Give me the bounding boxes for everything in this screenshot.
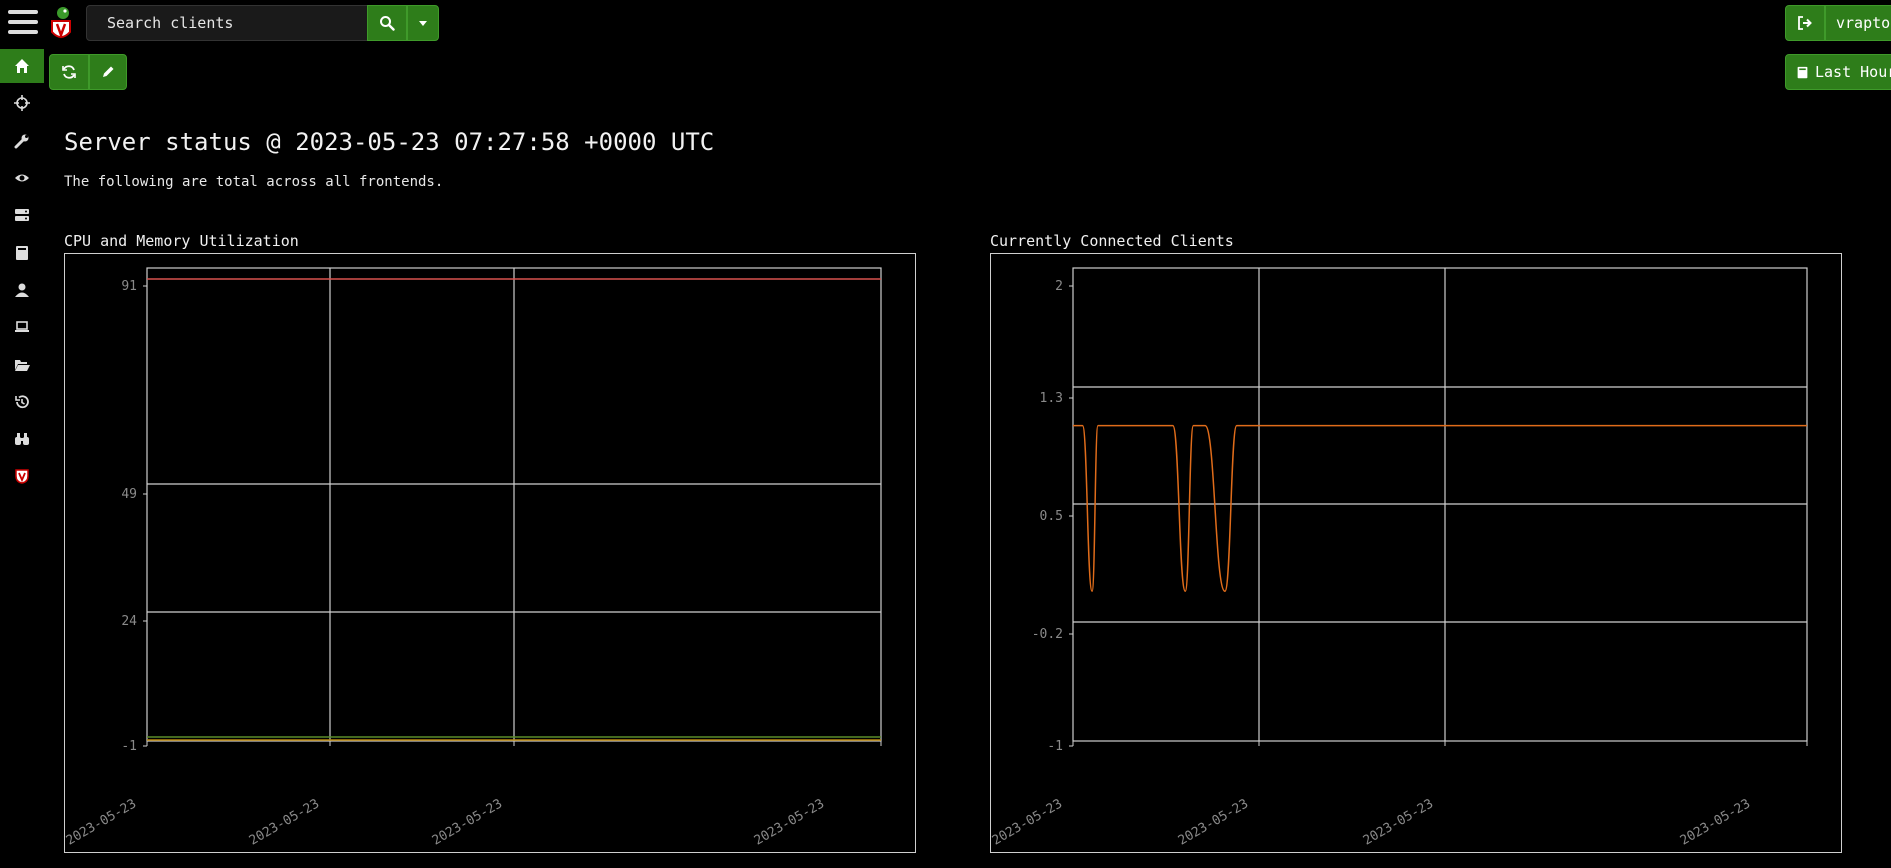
refresh-icon: [62, 65, 76, 79]
search-input[interactable]: [87, 6, 367, 40]
x-tick-label: 2023-05-23: [1678, 796, 1753, 848]
y-tick-label: 91: [121, 279, 137, 294]
y-tick-label: -0.2: [1032, 627, 1063, 642]
x-tick-label: 2023-05-23: [1176, 796, 1251, 848]
cpu-memory-chart-panel: 91 49 24 -1 2023-05-23 2023-05-23 2023-05-23 20…: [64, 253, 916, 853]
y-tick-label: 0.5: [1040, 509, 1063, 524]
x-tick-label: 2023-05-23: [430, 796, 505, 848]
nav-artifacts[interactable]: [0, 124, 44, 158]
search-options-dropdown[interactable]: [407, 5, 439, 41]
sign-out-icon: [1798, 16, 1812, 30]
x-tick-label: 2023-05-23: [65, 796, 139, 848]
side-nav: [0, 0, 71, 868]
y-tick-label: 24: [121, 614, 137, 629]
username-label: vraptor: [1836, 14, 1891, 32]
y-tick-label: 2: [1055, 279, 1063, 294]
velociraptor-shield-icon: [15, 469, 29, 484]
nav-history[interactable]: [0, 385, 44, 419]
nav-velociraptor[interactable]: [0, 459, 44, 493]
velociraptor-logo[interactable]: [47, 5, 75, 43]
time-range-label: Last Hour: [1815, 63, 1891, 81]
binoculars-icon: [15, 433, 29, 445]
time-range-button[interactable]: Last Hour: [1785, 54, 1891, 90]
connected-clients-chart-title: Currently Connected Clients: [990, 232, 1234, 250]
crosshair-icon: [14, 95, 30, 111]
page-subtitle: The following are total across all front…: [64, 174, 444, 190]
x-tick-label: 2023-05-23: [991, 796, 1065, 848]
edit-button[interactable]: [89, 54, 127, 90]
eye-icon: [15, 174, 29, 182]
nav-server[interactable]: [0, 198, 44, 232]
book-icon: [16, 246, 28, 260]
x-tick-label: 2023-05-23: [247, 796, 322, 848]
connected-clients-chart-panel: 2 1.3 0.5 -0.2 -1 2023-05-23 2023-05-23 2023-05…: [990, 253, 1842, 853]
hamburger-menu-icon[interactable]: [8, 10, 38, 38]
y-tick-label: -1: [1047, 739, 1063, 754]
book-icon: [1797, 66, 1808, 78]
connected-clients-chart: 2 1.3 0.5 -0.2 -1 2023-05-23 2023-05-23 2023-05…: [991, 267, 1808, 849]
user-icon: [15, 283, 29, 297]
nav-clients[interactable]: [0, 310, 44, 344]
page-title: Server status @ 2023-05-23 07:27:58 +000…: [64, 128, 715, 156]
laptop-icon: [15, 321, 29, 332]
history-icon: [15, 395, 29, 409]
nav-home[interactable]: [0, 49, 44, 83]
wrench-icon: [14, 134, 29, 149]
x-tick-label: 2023-05-23: [1361, 796, 1436, 848]
refresh-button[interactable]: [49, 54, 89, 90]
nav-events[interactable]: [0, 161, 44, 195]
home-icon: [15, 59, 29, 73]
nav-search[interactable]: [0, 422, 44, 456]
nav-users[interactable]: [0, 273, 44, 307]
folder-open-icon: [15, 360, 30, 371]
nav-hunts[interactable]: [0, 86, 44, 120]
y-tick-label: -1: [121, 739, 137, 754]
search-field: [86, 5, 368, 41]
search-button[interactable]: [367, 5, 407, 41]
server-icon: [15, 209, 29, 221]
series-line: [1073, 424, 1807, 592]
y-tick-label: 49: [121, 487, 137, 502]
x-tick-label: 2023-05-23: [752, 796, 827, 848]
cpu-memory-chart: 91 49 24 -1 2023-05-23 2023-05-23 2023-05-23 20…: [65, 267, 882, 849]
logout-button[interactable]: [1785, 5, 1825, 41]
nav-files[interactable]: [0, 348, 44, 382]
caret-down-icon: [419, 21, 427, 26]
user-menu-button[interactable]: vraptor: [1825, 5, 1891, 41]
cpu-memory-chart-title: CPU and Memory Utilization: [64, 232, 299, 250]
pencil-icon: [103, 66, 114, 77]
y-tick-label: 1.3: [1040, 391, 1063, 406]
nav-notebooks[interactable]: [0, 236, 44, 270]
search-icon: [380, 16, 395, 31]
